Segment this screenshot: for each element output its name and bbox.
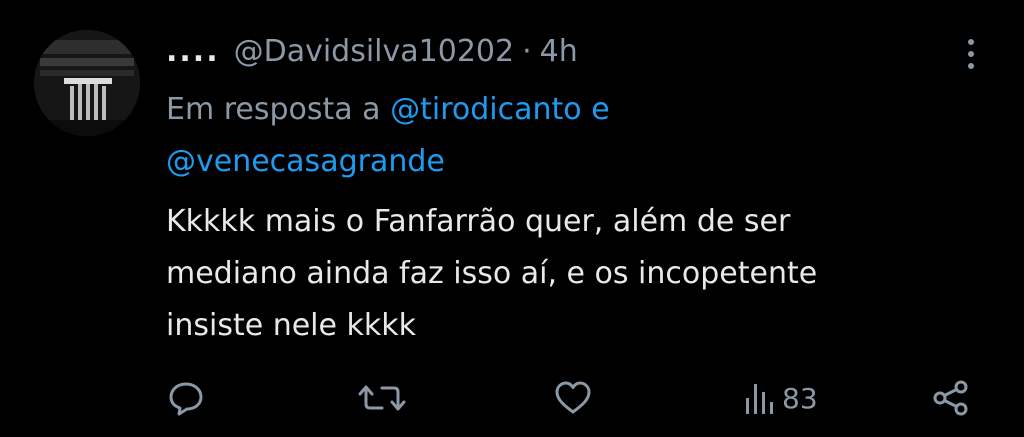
- tweet-text-line-1: Kkkkk mais o Fanfarrão quer, além de ser: [166, 204, 791, 239]
- reply-conjunction: e: [591, 92, 610, 127]
- reply-button[interactable]: [166, 372, 206, 424]
- like-button[interactable]: [552, 372, 594, 424]
- bar-chart-icon: [746, 384, 773, 414]
- action-bar: 83: [0, 372, 1024, 424]
- reply-context: Em resposta a @tirodicanto e @venecasagr…: [166, 84, 986, 188]
- tweet-header: .... @Davidsilva10202 · 4h: [166, 28, 578, 74]
- separator-dot: ·: [522, 33, 532, 69]
- heart-icon: [555, 381, 591, 414]
- tweet-text: Kkkkk mais o Fanfarrão quer, além de ser…: [166, 196, 986, 352]
- speech-bubble-icon: [169, 382, 203, 416]
- reply-prefix: Em resposta a: [166, 92, 381, 127]
- retweet-button[interactable]: [358, 372, 406, 424]
- vertical-ellipsis-icon: [968, 39, 974, 69]
- avatar-image: [34, 30, 140, 136]
- retweet-arrows-icon: [358, 385, 406, 411]
- tweet-text-line-2: mediano ainda faz isso aí, e os incopete…: [166, 256, 818, 291]
- avatar[interactable]: [34, 30, 140, 136]
- share-nodes-icon: [933, 380, 968, 416]
- share-button[interactable]: [930, 372, 972, 424]
- views-button[interactable]: 83: [744, 372, 818, 424]
- reply-mention-2[interactable]: @venecasagrande: [166, 144, 445, 179]
- timestamp[interactable]: 4h: [540, 34, 578, 69]
- reply-mention-1[interactable]: @tirodicanto: [390, 92, 582, 127]
- more-options-button[interactable]: [958, 34, 984, 74]
- views-count: 83: [782, 381, 818, 415]
- tweet-text-line-3: insiste nele kkkk: [166, 308, 416, 343]
- display-name[interactable]: ....: [166, 34, 220, 69]
- tweet-card[interactable]: .... @Davidsilva10202 · 4h Em resposta a…: [0, 0, 1024, 437]
- user-handle[interactable]: @Davidsilva10202: [234, 34, 515, 69]
